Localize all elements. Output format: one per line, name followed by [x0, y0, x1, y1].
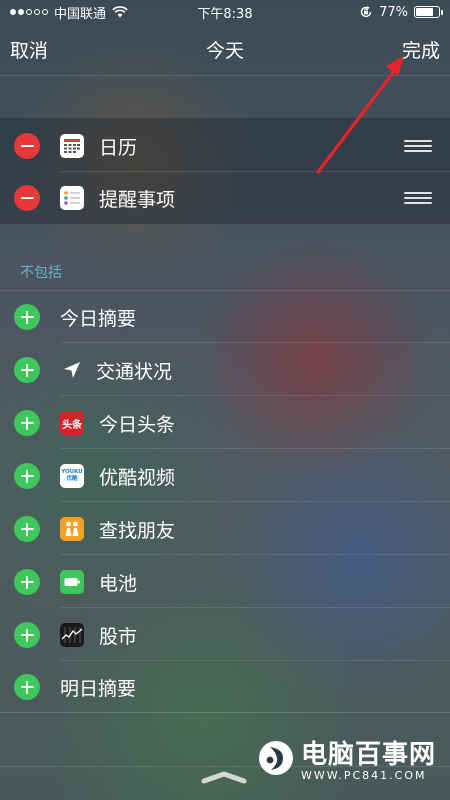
- stocks-icon: [60, 623, 84, 647]
- cancel-button[interactable]: 取消: [10, 36, 48, 63]
- divider: [60, 554, 450, 555]
- list-item-stocks: 股市: [0, 609, 450, 661]
- list-item-label: 电池: [99, 572, 138, 595]
- section-header-excluded: 不包括: [20, 265, 62, 281]
- list-item-toutiao: 头条 今日头条: [0, 397, 450, 449]
- list-item-label: 查找朋友: [99, 519, 176, 542]
- list-item-reminders: 提醒事项: [0, 172, 450, 224]
- nav-bar: 取消 今天 完成: [0, 24, 450, 76]
- done-button[interactable]: 完成: [402, 36, 440, 63]
- reorder-handle-icon[interactable]: [404, 140, 432, 152]
- add-button[interactable]: [14, 674, 40, 700]
- calendar-icon: [60, 134, 84, 158]
- signal-dot: [10, 9, 16, 15]
- divider: [60, 342, 450, 343]
- signal-dot: [18, 9, 24, 15]
- carrier-name: 中国联通: [54, 6, 107, 22]
- battery-status-icon: [414, 6, 443, 18]
- list-item-tomorrow-summary: 明日摘要: [0, 661, 450, 713]
- signal-dot: [42, 9, 48, 15]
- remove-button[interactable]: [14, 185, 40, 211]
- list-item-label: 提醒事项: [99, 188, 176, 211]
- list-item-label: 优酷视频: [99, 466, 176, 489]
- youku-icon-text: YOUKU 优酷: [61, 469, 83, 482]
- signal-strength-icon: [10, 9, 48, 15]
- minus-icon: [20, 196, 34, 200]
- watermark-title: 电脑百事网: [300, 740, 436, 770]
- minus-icon: [20, 144, 34, 148]
- divider: [0, 712, 450, 713]
- status-bar: 中国联通 下午8:38 77%: [0, 0, 450, 24]
- toutiao-icon: 头条: [60, 411, 84, 435]
- status-right: 77%: [359, 4, 443, 20]
- wifi-icon: [112, 6, 128, 18]
- reorder-handle-icon[interactable]: [404, 192, 432, 204]
- battery-fill: [416, 8, 433, 16]
- divider: [60, 448, 450, 449]
- toutiao-icon-text: 头条: [62, 419, 82, 431]
- list-item-label: 股市: [99, 625, 138, 648]
- watermark-logo-icon: [258, 741, 293, 775]
- list-item-battery: 电池: [0, 556, 450, 608]
- signal-dot: [26, 9, 32, 15]
- list-item-label: 日历: [99, 136, 138, 159]
- divider: [60, 395, 450, 396]
- list-item-label: 今日摘要: [60, 307, 137, 330]
- location-arrow-icon: [60, 358, 84, 382]
- watermark-url: WWW.PC841.COM: [300, 769, 427, 782]
- signal-dot: [34, 9, 40, 15]
- list-item-youku: YOUKU 优酷 优酷视频: [0, 450, 450, 502]
- page-title: 今天: [205, 40, 244, 62]
- add-button[interactable]: [14, 410, 40, 436]
- reminders-icon: [60, 186, 84, 210]
- remove-button[interactable]: [14, 133, 40, 159]
- battery-icon: [60, 570, 84, 594]
- status-left: 中国联通: [10, 3, 128, 22]
- grabber-handle-icon[interactable]: [200, 770, 248, 784]
- add-button[interactable]: [14, 569, 40, 595]
- youku-icon: YOUKU 优酷: [60, 464, 84, 488]
- included-widgets-list: 日历 提醒事项: [0, 118, 450, 224]
- find-friends-icon: [60, 517, 84, 541]
- list-item-label: 交通状况: [96, 360, 173, 383]
- add-button[interactable]: [14, 516, 40, 542]
- list-item-today-summary: 今日摘要: [0, 291, 450, 343]
- add-button[interactable]: [14, 357, 40, 383]
- rotation-lock-icon: [360, 6, 372, 18]
- add-button[interactable]: [14, 463, 40, 489]
- add-button[interactable]: [14, 304, 40, 330]
- list-item-find-friends: 查找朋友: [0, 503, 450, 555]
- list-item-traffic: 交通状况: [0, 344, 450, 396]
- divider: [60, 501, 450, 502]
- add-button[interactable]: [14, 622, 40, 648]
- watermark: 电脑百事网 WWW.PC841.COM: [257, 734, 436, 782]
- battery-percent: 77%: [379, 4, 408, 20]
- list-item-label: 今日头条: [99, 413, 176, 436]
- list-item-label: 明日摘要: [60, 677, 137, 700]
- list-item-calendar: 日历: [0, 120, 450, 172]
- divider: [60, 607, 450, 608]
- watermark-text: 电脑百事网 WWW.PC841.COM: [301, 734, 436, 782]
